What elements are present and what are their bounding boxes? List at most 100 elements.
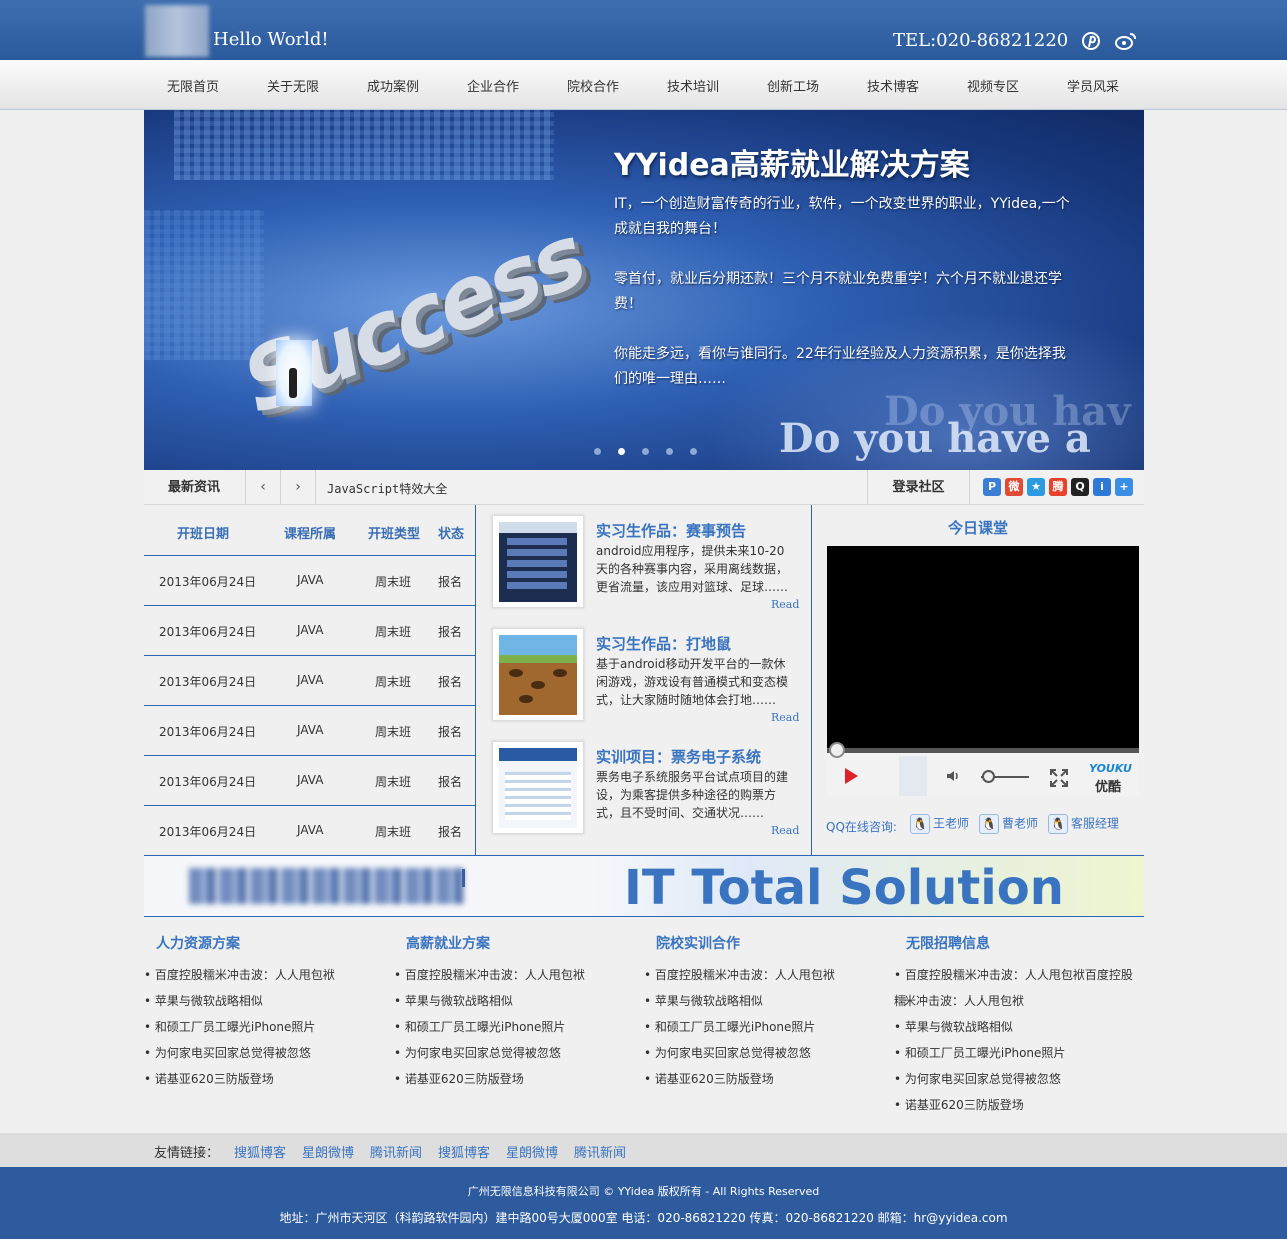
qq-penguin-icon: 🐧 [979, 814, 999, 834]
work-thumbnail[interactable] [492, 515, 584, 608]
hero-banner[interactable]: Success YYidea高薪就业解决方案 IT，一个创造财富传奇的行业，软件… [144, 110, 1144, 470]
friend-link[interactable]: 星朗微博 [506, 1142, 558, 1161]
list-item[interactable]: • 百度控股糯米冲击波：人人甩包袱 [394, 962, 585, 988]
more-share-icon[interactable]: + [1115, 478, 1133, 496]
list-item[interactable]: • 和硕工厂员工曝光iPhone照片 [894, 1040, 1065, 1066]
list-item[interactable]: • 百度控股糯米冲击波：人人甩包袱 [644, 962, 835, 988]
signup-link[interactable]: 报名 [438, 773, 462, 790]
list-item[interactable]: • 苹果与微软战略相似 [394, 988, 513, 1014]
list-item[interactable]: • 苹果与微软战略相似 [144, 988, 263, 1014]
list-item[interactable]: • 诺基亚620三防版登场 [894, 1092, 1024, 1118]
slide-dot-3[interactable] [642, 448, 649, 455]
signup-link[interactable]: 报名 [438, 623, 462, 640]
column-title[interactable]: 院校实训合作 [656, 933, 740, 953]
qq-share-icon[interactable]: Q [1071, 478, 1089, 496]
screenshot-list-lines [507, 538, 567, 592]
signup-link[interactable]: 报名 [438, 673, 462, 690]
list-item[interactable]: • 和硕工厂员工曝光iPhone照片 [144, 1014, 315, 1040]
pinterest-share-icon[interactable]: P [983, 478, 1001, 496]
news-next-button[interactable]: › [280, 470, 315, 505]
nav-item-students[interactable]: 学员风采 [1043, 76, 1143, 95]
signup-link[interactable]: 报名 [438, 573, 462, 590]
video-progress-handle[interactable] [829, 742, 845, 758]
signup-link[interactable]: 报名 [438, 723, 462, 740]
list-item[interactable]: • 和硕工厂员工曝光iPhone照片 [394, 1014, 565, 1040]
list-item[interactable]: • 苹果与微软战略相似 [894, 1014, 1013, 1040]
list-item[interactable]: • 和硕工厂员工曝光iPhone照片 [644, 1014, 815, 1040]
news-ticker[interactable]: JavaScript特效大全 [327, 480, 447, 497]
banner-paragraph-2: 零首付，就业后分期还款！三个月不就业免费重学！六个月不就业退还学费！ [614, 271, 1062, 312]
table-cell-type: 周末班 [375, 575, 412, 589]
signup-link[interactable]: 报名 [438, 823, 462, 840]
read-more-link[interactable]: Read [771, 711, 799, 724]
list-item[interactable]: • 苹果与微软战略相似 [644, 988, 763, 1014]
slide-dot-2[interactable] [618, 448, 625, 455]
volume-handle[interactable] [982, 770, 995, 783]
work-title[interactable]: 实习生作品：赛事预告 [596, 520, 746, 541]
column-title[interactable]: 高薪就业方案 [406, 933, 490, 953]
footer: 广州无限信息科技有限公司 © YYidea 版权所有 - All Rights … [0, 1167, 1287, 1239]
news-prev-button[interactable]: ‹ [245, 470, 280, 505]
slide-dot-1[interactable] [594, 448, 601, 455]
nav-item-enterprise[interactable]: 企业合作 [443, 76, 543, 95]
it-solution-banner[interactable]: IT Total Solution [144, 855, 1144, 917]
play-icon[interactable] [845, 768, 858, 784]
renren-share-icon[interactable]: i [1093, 478, 1111, 496]
nav-item-about[interactable]: 关于无限 [243, 76, 343, 95]
slide-dot-5[interactable] [690, 448, 697, 455]
friend-link[interactable]: 搜狐博客 [234, 1142, 286, 1161]
nav-item-training[interactable]: 技术培训 [643, 76, 743, 95]
tencent-weibo-share-icon[interactable]: 腾 [1049, 478, 1067, 496]
read-more-link[interactable]: Read [771, 598, 799, 611]
list-item[interactable]: • 为何家电买回家总觉得被忽悠 [644, 1040, 811, 1066]
nav-item-workshop[interactable]: 创新工场 [743, 76, 843, 95]
nav-item-blog[interactable]: 技术博客 [843, 76, 943, 95]
today-class-panel: 今日课堂 YOUKU 优酷 QQ在线咨询: 🐧 王老师 🐧 曹老师 🐧 客服经理 [812, 505, 1144, 855]
nav-item-video[interactable]: 视频专区 [943, 76, 1043, 95]
man-figure [289, 368, 297, 398]
friend-link[interactable]: 腾讯新闻 [370, 1142, 422, 1161]
main-nav: 无限首页 关于无限 成功案例 企业合作 院校合作 技术培训 创新工场 技术博客 … [0, 60, 1287, 110]
work-title[interactable]: 实习生作品：打地鼠 [596, 633, 731, 654]
list-item[interactable]: • 诺基亚620三防版登场 [394, 1066, 524, 1092]
list-item[interactable]: • 为何家电买回家总觉得被忽悠 [144, 1040, 311, 1066]
list-item[interactable]: • 为何家电买回家总觉得被忽悠 [394, 1040, 561, 1066]
news-label: 最新资讯 [167, 480, 220, 495]
banner-title: YYidea高薪就业解决方案 [614, 148, 970, 183]
list-item[interactable]: • 百度控股糯米冲击波：人人甩包袱 [144, 962, 335, 988]
qq-contact-wang[interactable]: 🐧 王老师 [910, 814, 969, 834]
fullscreen-icon[interactable] [1049, 768, 1069, 791]
work-title[interactable]: 实训项目：票务电子系统 [596, 746, 761, 767]
greeting: Hello World! [213, 29, 329, 50]
qq-contact-cao[interactable]: 🐧 曹老师 [979, 814, 1038, 834]
column-title[interactable]: 人力资源方案 [156, 933, 240, 953]
table-row: 2013年06月24日 JAVA 周末班 报名 [144, 805, 476, 855]
pinterest-icon[interactable] [1080, 30, 1102, 52]
friend-link[interactable]: 星朗微博 [302, 1142, 354, 1161]
column-title[interactable]: 无限招聘信息 [906, 933, 990, 953]
login-community-link[interactable]: 登录社区 [867, 470, 970, 505]
friend-link[interactable]: 搜狐博客 [438, 1142, 490, 1161]
weibo-share-icon[interactable]: 微 [1005, 478, 1023, 496]
qq-contact-service[interactable]: 🐧 客服经理 [1048, 814, 1119, 834]
work-thumbnail[interactable] [492, 741, 584, 834]
table-cell-date: 2013年06月24日 [159, 825, 257, 839]
list-item-continuation[interactable]: 米冲击波：人人甩包袱 [904, 988, 1024, 1014]
nav-item-cases[interactable]: 成功案例 [343, 76, 443, 95]
friend-link[interactable]: 腾讯新闻 [574, 1142, 626, 1161]
video-progress-bar[interactable] [827, 748, 1139, 753]
nav-item-home[interactable]: 无限首页 [143, 76, 243, 95]
list-item[interactable]: • 诺基亚620三防版登场 [644, 1066, 774, 1092]
qq-consult-label: QQ在线咨询: [826, 820, 897, 834]
student-works-list: 实习生作品：赛事预告 android应用程序，提供未来10-20天的各种赛事内容… [477, 505, 812, 855]
volume-icon[interactable] [945, 768, 961, 788]
list-item[interactable]: • 为何家电买回家总觉得被忽悠 [894, 1066, 1061, 1092]
weibo-icon[interactable] [1114, 30, 1136, 52]
nav-item-college[interactable]: 院校合作 [543, 76, 643, 95]
logo[interactable] [145, 5, 209, 57]
qzone-share-icon[interactable]: ★ [1027, 478, 1045, 496]
work-thumbnail[interactable] [492, 628, 584, 721]
list-item[interactable]: • 诺基亚620三防版登场 [144, 1066, 274, 1092]
slide-dot-4[interactable] [666, 448, 673, 455]
read-more-link[interactable]: Read [771, 824, 799, 837]
